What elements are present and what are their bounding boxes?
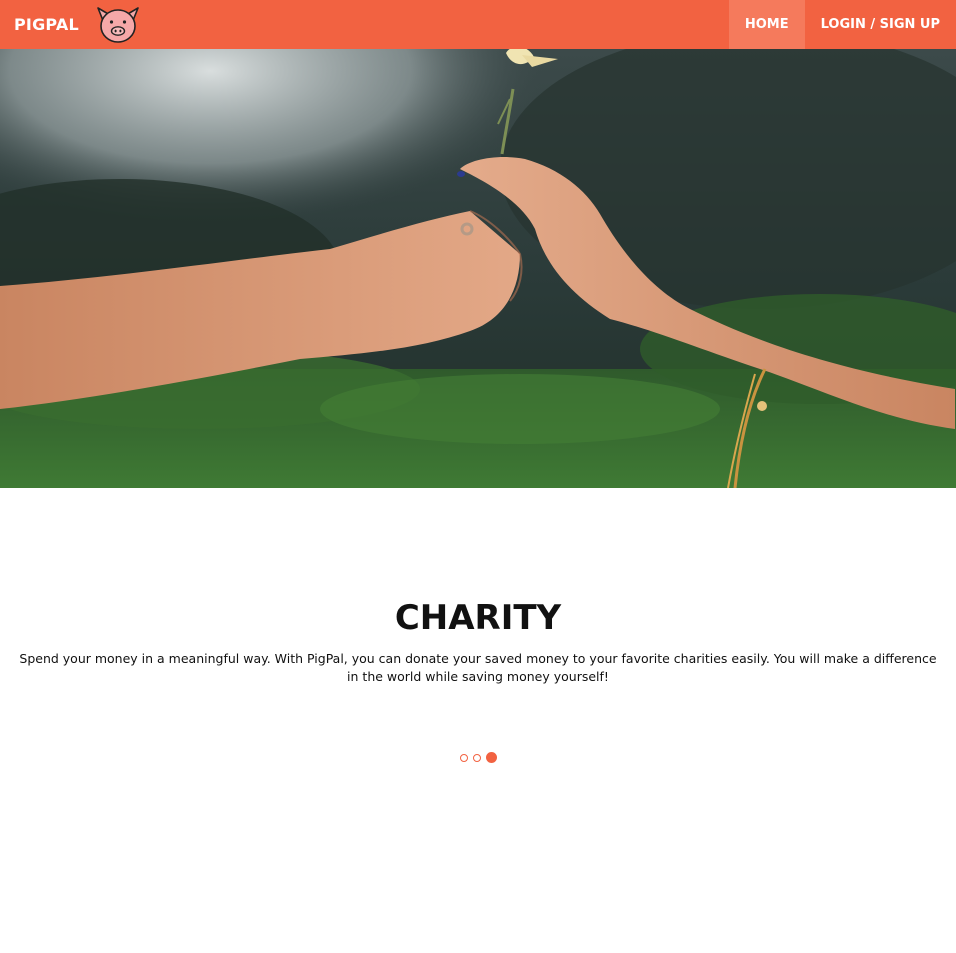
carousel-dot-2[interactable]	[472, 753, 481, 762]
hands-flower-photo	[0, 49, 956, 488]
pig-face-icon[interactable]	[92, 4, 144, 45]
slide-content	[0, 488, 956, 953]
nav-home-link[interactable]: HOME	[728, 0, 805, 49]
slide-description: Spend your money in a meaningful way. Wi…	[19, 651, 937, 684]
carousel-dot-3[interactable]	[485, 752, 497, 763]
nav-links: HOME LOGIN / SIGN UP	[728, 0, 956, 49]
carousel-indicators	[0, 752, 956, 763]
slide-title: CHARITY	[394, 598, 562, 638]
hero-image	[0, 49, 956, 488]
top-navbar: PIGPAL HOME LOGIN / SIGN UP	[0, 0, 956, 49]
nav-login-signup-link[interactable]: LOGIN / SIGN UP	[805, 0, 956, 49]
brand-name[interactable]: PIGPAL	[14, 0, 79, 49]
carousel-dot-1[interactable]	[459, 753, 468, 762]
